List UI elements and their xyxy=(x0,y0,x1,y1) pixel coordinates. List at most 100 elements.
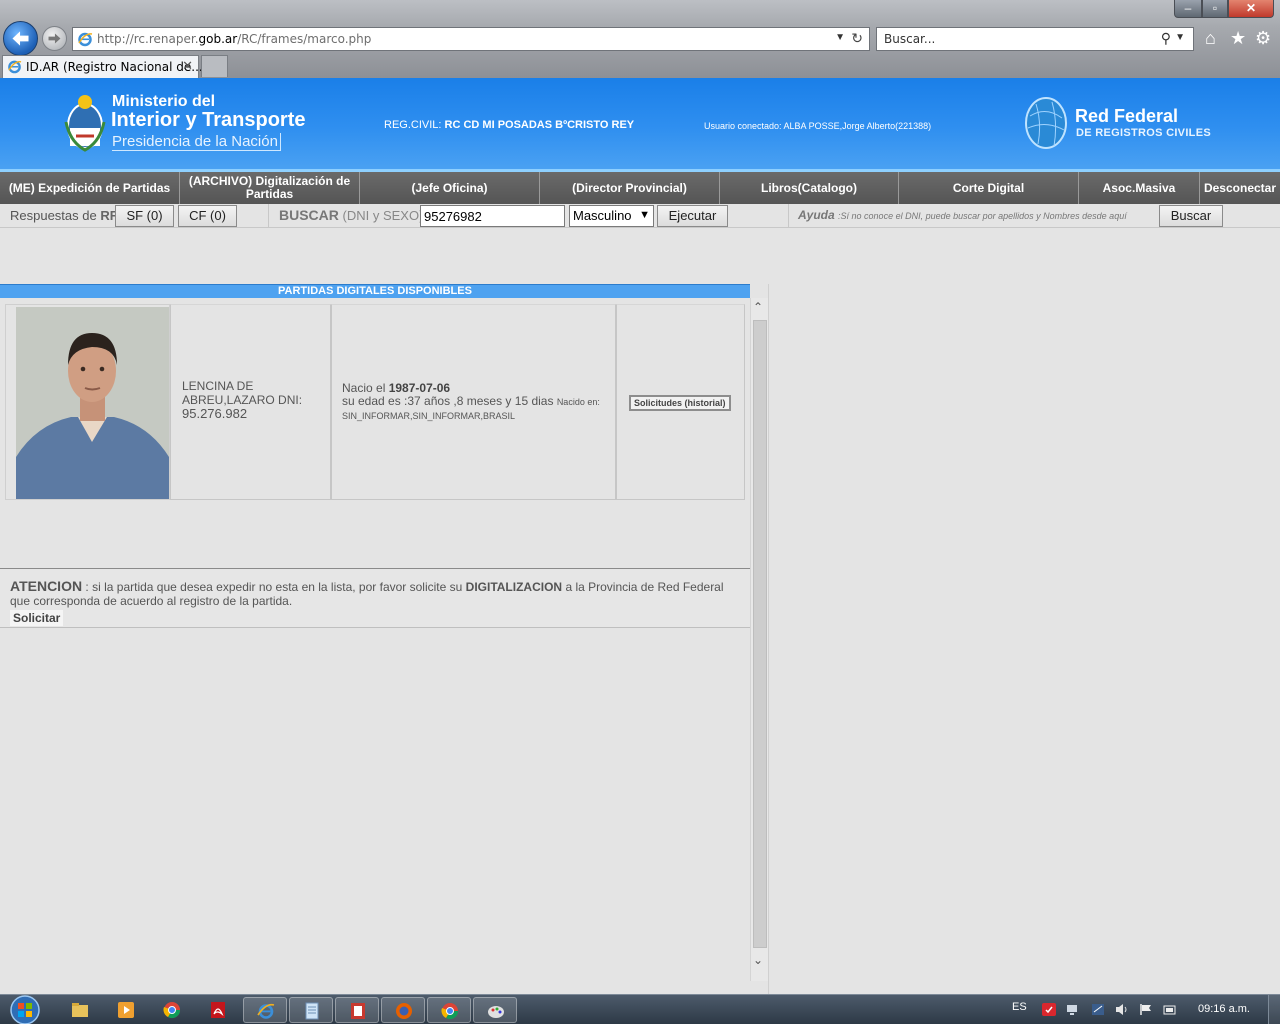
menu-item-director-provincial[interactable]: (Director Provincial) xyxy=(540,172,720,204)
arrow-left-icon xyxy=(12,31,29,46)
taskbar-paint[interactable] xyxy=(473,997,517,1023)
taskbar-notepad[interactable] xyxy=(289,997,333,1023)
close-window-button[interactable]: ✕ xyxy=(1228,0,1274,18)
arrow-right-icon xyxy=(48,33,61,44)
birth-info-cell: Nacio el 1987-07-06 su edad es :37 años … xyxy=(331,304,616,500)
action-center-flag-icon[interactable] xyxy=(1139,1003,1153,1016)
browser-search-placeholder: Buscar... xyxy=(884,32,936,46)
system-clock[interactable]: 09:16 a.m. xyxy=(1198,1003,1250,1015)
connected-user: Usuario conectado: ALBA POSSE,Jorge Albe… xyxy=(704,121,932,131)
device-tray-icon[interactable] xyxy=(1091,1003,1105,1016)
browser-tab[interactable]: ID.AR (Registro Nacional de... ✕ xyxy=(2,55,203,78)
taskbar-media-player[interactable] xyxy=(104,997,148,1023)
chevron-down-icon: ▼ xyxy=(639,209,650,221)
cf-button[interactable]: CF (0) xyxy=(178,205,237,227)
menu-item-expedicion[interactable]: (ME) Expedición de Partidas xyxy=(0,172,180,204)
antivirus-tray-icon[interactable] xyxy=(1042,1003,1056,1016)
request-button[interactable]: Solicitar xyxy=(10,610,64,626)
chevron-down-icon[interactable]: ▼ xyxy=(1175,32,1185,43)
network-tray-icon[interactable] xyxy=(1066,1003,1080,1016)
internet-explorer-icon xyxy=(257,1003,275,1019)
menu-item-desconectar[interactable]: Desconectar xyxy=(1200,172,1280,204)
taskbar-internet-explorer[interactable] xyxy=(243,997,287,1023)
help-text: Ayuda :Sí no conoce el DNI, puede buscar… xyxy=(798,208,1127,222)
ministry-name-line2: Interior y Transporte xyxy=(111,109,306,131)
pdf-icon xyxy=(211,1002,225,1018)
birth-info: Nacio el 1987-07-06 su edad es :37 años … xyxy=(342,381,600,422)
menu-item-jefe-oficina[interactable]: (Jefe Oficina) xyxy=(360,172,540,204)
detail-frame xyxy=(768,284,1280,994)
scrollbar-thumb[interactable] xyxy=(753,320,767,948)
menu-item-digitalizacion[interactable]: (ARCHIVO) Digitalización de Partidas xyxy=(180,172,360,204)
search-label: BUSCAR (DNI y SEXO) xyxy=(279,207,424,223)
chrome-icon xyxy=(163,1002,181,1019)
chevron-down-icon[interactable]: ⌄ xyxy=(753,953,763,967)
home-icon[interactable]: ⌂ xyxy=(1205,27,1216,49)
taskbar-explorer[interactable] xyxy=(58,997,102,1023)
minimize-button[interactable]: ‒ xyxy=(1174,0,1202,18)
show-desktop-button[interactable] xyxy=(1268,995,1280,1024)
browser-chrome: ‒ ▫ ✕ http://rc.renaper.gob.ar/RC/frames… xyxy=(0,0,1280,78)
language-indicator[interactable]: ES xyxy=(1012,1001,1027,1013)
taskbar-chrome-window[interactable] xyxy=(427,997,471,1023)
back-button[interactable] xyxy=(3,21,38,56)
argentina-coat-of-arms-icon xyxy=(64,95,106,152)
paint-icon xyxy=(488,1006,504,1018)
gear-icon[interactable]: ⚙ xyxy=(1255,27,1271,49)
page-header: Ministerio del Interior y Transporte Pre… xyxy=(0,78,1280,172)
divider xyxy=(268,204,269,228)
address-url[interactable]: http://rc.renaper.gob.ar/RC/frames/marco… xyxy=(97,32,371,46)
action-cell: Solicitudes (historial) xyxy=(616,304,745,500)
chevron-down-icon[interactable]: ▼ xyxy=(835,32,845,43)
request-history-button[interactable]: Solicitudes (historial) xyxy=(629,395,731,411)
address-bar[interactable]: http://rc.renaper.gob.ar/RC/frames/marco… xyxy=(72,27,870,51)
registry-office: REG.CIVIL: RC CD MI POSADAS BºCRISTO REY xyxy=(384,119,635,131)
sf-button[interactable]: SF (0) xyxy=(115,205,174,227)
red-federal-globe-icon xyxy=(1025,97,1067,149)
new-tab-button[interactable] xyxy=(201,55,228,77)
results-scrollbar[interactable]: ⌃ ⌄ xyxy=(750,298,768,981)
power-tray-icon[interactable] xyxy=(1163,1003,1177,1016)
birth-date: 1987-07-06 xyxy=(388,381,451,395)
close-tab-icon[interactable]: ✕ xyxy=(182,58,193,74)
taskbar-chrome[interactable] xyxy=(150,997,194,1023)
sex-select[interactable]: Masculino ▼ xyxy=(569,205,654,227)
ie-page-icon xyxy=(78,32,93,47)
folder-icon xyxy=(72,1003,88,1017)
taskbar-acrobat[interactable] xyxy=(196,997,240,1023)
forward-button[interactable] xyxy=(42,26,67,51)
favorites-star-icon[interactable]: ★ xyxy=(1230,27,1246,49)
ie-page-icon xyxy=(8,60,22,74)
execute-button[interactable]: Ejecutar xyxy=(657,205,728,227)
birthplace: SIN_INFORMAR,SIN_INFORMAR,BRASIL xyxy=(342,411,516,421)
media-player-icon xyxy=(118,1002,134,1018)
menu-item-libros[interactable]: Libros(Catalogo) xyxy=(720,172,899,204)
volume-icon[interactable] xyxy=(1115,1003,1129,1016)
search-toolbar: Respuestas de RF SF (0) CF (0) BUSCAR (D… xyxy=(0,204,1280,228)
notepad-icon xyxy=(305,1002,319,1020)
office-document-icon xyxy=(351,1003,365,1019)
attention-text: ATENCION : si la partida que desea exped… xyxy=(10,578,724,608)
results-frame: PARTIDAS DIGITALES DISPONIBLES LENCINA D… xyxy=(0,284,768,994)
chevron-up-icon[interactable]: ⌃ xyxy=(753,300,763,314)
photo-cell xyxy=(5,304,170,500)
windows-taskbar: ES 09:16 a.m. xyxy=(0,994,1280,1024)
dni-input[interactable] xyxy=(420,205,565,227)
person-name: LENCINA DE ABREU,LAZARO DNI: 95.276.982 xyxy=(182,379,303,421)
maximize-button[interactable]: ▫ xyxy=(1202,0,1228,18)
tab-title: ID.AR (Registro Nacional de... xyxy=(26,60,203,74)
age-text: su edad es :37 años ,8 meses y 15 dias xyxy=(342,394,554,408)
windows-start-icon[interactable] xyxy=(6,995,44,1024)
refresh-icon[interactable]: ↻ xyxy=(851,30,863,47)
menu-item-corte-digital[interactable]: Corte Digital xyxy=(899,172,1079,204)
person-dni: 95.276.982 xyxy=(182,406,248,421)
firefox-icon xyxy=(396,1003,412,1019)
taskbar-office-app[interactable] xyxy=(335,997,379,1023)
search-by-name-button[interactable]: Buscar xyxy=(1159,205,1223,227)
main-menu: (ME) Expedición de Partidas (ARCHIVO) Di… xyxy=(0,172,1280,204)
search-icon[interactable]: ⚲ xyxy=(1161,30,1171,47)
taskbar-firefox[interactable] xyxy=(381,997,425,1023)
browser-search-box[interactable]: Buscar... ⚲ ▼ xyxy=(876,27,1194,51)
sex-select-value: Masculino xyxy=(573,208,632,223)
menu-item-asoc-masiva[interactable]: Asoc.Masiva xyxy=(1079,172,1200,204)
